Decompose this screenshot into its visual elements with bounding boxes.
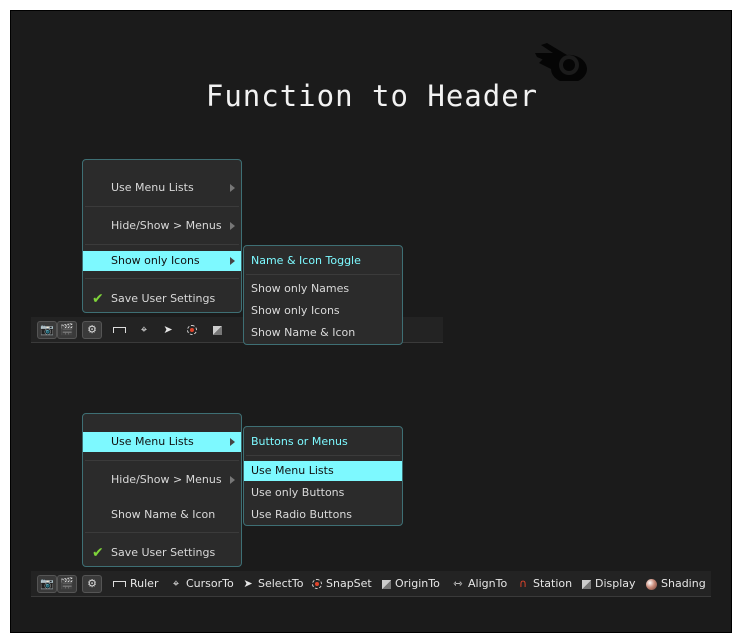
display-icon	[582, 579, 591, 589]
cursor-icon: ⌖	[172, 577, 180, 590]
menu-item-label: Use Menu Lists	[111, 181, 194, 194]
tool-snapset[interactable]: SnapSet	[312, 575, 372, 593]
blender-logo-icon	[535, 43, 587, 81]
tool-label: CursorTo	[186, 577, 234, 590]
menu-item-save-user-settings[interactable]: ✔ Save User Settings	[83, 289, 241, 309]
dark-canvas: Function to Header 📷 🎬 ⚙ ⌖ ➤ Use Menu Li…	[10, 10, 732, 633]
submenu-heading: Buttons or Menus	[251, 435, 348, 448]
menu-item-save-user-settings[interactable]: ✔ Save User Settings	[83, 543, 241, 563]
menu-separator	[85, 278, 239, 279]
ruler-icon	[113, 581, 126, 587]
menu-item-show-name-icon[interactable]: Show Name & Icon	[83, 505, 241, 525]
snap-icon	[312, 579, 322, 589]
chevron-right-icon	[230, 184, 235, 192]
menu-item-hide-show-menus[interactable]: Hide/Show > Menus	[83, 470, 241, 490]
tool-alignto[interactable]: ⇿ AlignTo	[451, 575, 507, 593]
tool-label: Ruler	[130, 577, 159, 590]
page-title: Function to Header	[205, 79, 539, 113]
submenu-item-use-radio-buttons[interactable]: Use Radio Buttons	[244, 505, 402, 525]
snap-icon[interactable]	[187, 321, 201, 339]
align-icon: ⇿	[453, 577, 463, 590]
menu-separator	[85, 532, 239, 533]
submenu-separator	[246, 274, 400, 275]
menu-item-label: Hide/Show > Menus	[111, 219, 222, 232]
submenu-heading: Name & Icon Toggle	[251, 254, 361, 267]
checkmark-icon: ✔	[92, 545, 104, 561]
menu-item-label: Show Name & Icon	[111, 508, 216, 521]
menu-item-use-menu-lists[interactable]: Use Menu Lists	[83, 432, 241, 452]
top-dropdown-menu: Use Menu Lists Hide/Show > Menus Show on…	[82, 159, 242, 313]
select-icon[interactable]: ➤	[161, 321, 178, 339]
menu-separator	[85, 206, 239, 207]
clapper-icon[interactable]: 🎬	[57, 321, 77, 339]
menu-item-hide-show-menus[interactable]: Hide/Show > Menus	[83, 216, 241, 236]
menu-item-label: Show only Icons	[111, 254, 200, 267]
checkmark-icon: ✔	[92, 291, 104, 307]
tool-cursorto[interactable]: ⌖ CursorTo	[169, 575, 234, 593]
tool-shading[interactable]: Shading	[646, 575, 706, 593]
page-frame: Function to Header 📷 🎬 ⚙ ⌖ ➤ Use Menu Li…	[0, 0, 742, 643]
chevron-right-icon	[230, 257, 235, 265]
submenu-separator	[246, 455, 400, 456]
chevron-right-icon	[230, 438, 235, 446]
clapper-icon[interactable]: 🎬	[57, 575, 77, 593]
bottom-submenu: Buttons or Menus Use Menu Lists Use only…	[243, 426, 403, 526]
ruler-icon[interactable]	[113, 321, 130, 339]
tool-originto[interactable]: OriginTo	[382, 575, 440, 593]
top-submenu: Name & Icon Toggle Show only Names Show …	[243, 245, 403, 345]
gear-icon[interactable]: ⚙	[82, 575, 102, 593]
origin-icon[interactable]	[213, 321, 226, 339]
render-icon[interactable]: 📷	[37, 321, 57, 339]
bottom-header-bar: 📷 🎬 ⚙ Ruler ⌖ CursorTo ➤ SelectTo SnapSet …	[31, 571, 711, 597]
tool-label: Display	[595, 577, 636, 590]
tool-label: Shading	[661, 577, 706, 590]
select-icon: ➤	[243, 577, 253, 590]
tool-ruler[interactable]: Ruler	[113, 575, 158, 593]
menu-item-label: Use Menu Lists	[111, 435, 194, 448]
submenu-item-show-name-icon[interactable]: Show Name & Icon	[244, 323, 402, 343]
menu-separator	[85, 460, 239, 461]
tool-label: OriginTo	[395, 577, 440, 590]
tool-display[interactable]: Display	[582, 575, 636, 593]
tool-station[interactable]: ∩ Station	[516, 575, 572, 593]
chevron-right-icon	[230, 476, 235, 484]
menu-item-label: Save User Settings	[111, 292, 216, 305]
menu-item-label: Save User Settings	[111, 546, 216, 559]
gear-icon[interactable]: ⚙	[82, 321, 102, 339]
tool-label: AlignTo	[468, 577, 508, 590]
menu-item-show-only-icons[interactable]: Show only Icons	[83, 251, 241, 271]
submenu-item-show-only-names[interactable]: Show only Names	[244, 279, 402, 299]
submenu-item-use-menu-lists[interactable]: Use Menu Lists	[244, 461, 402, 481]
origin-icon	[382, 579, 391, 589]
tool-label: SnapSet	[326, 577, 372, 590]
magnet-icon: ∩	[518, 577, 528, 590]
menu-separator	[85, 244, 239, 245]
bottom-dropdown-menu: Use Menu Lists Hide/Show > Menus Show Na…	[82, 413, 242, 567]
render-icon[interactable]: 📷	[37, 575, 57, 593]
menu-item-label: Hide/Show > Menus	[111, 473, 222, 486]
submenu-item-use-only-buttons[interactable]: Use only Buttons	[244, 483, 402, 503]
shading-icon	[646, 578, 657, 590]
tool-label: SelectTo	[258, 577, 304, 590]
tool-selectto[interactable]: ➤ SelectTo	[241, 575, 304, 593]
cursor-icon[interactable]: ⌖	[137, 321, 154, 339]
chevron-right-icon	[230, 222, 235, 230]
menu-item-use-menu-lists[interactable]: Use Menu Lists	[83, 178, 241, 198]
submenu-item-show-only-icons[interactable]: Show only Icons	[244, 301, 402, 321]
tool-label: Station	[533, 577, 573, 590]
